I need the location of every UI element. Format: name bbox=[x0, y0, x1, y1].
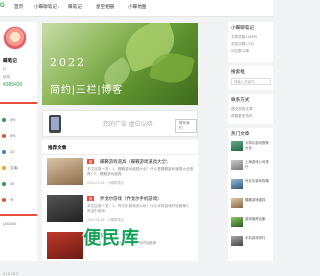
recommend-badge: 推 bbox=[87, 159, 95, 164]
divider bbox=[0, 102, 37, 104]
pagination[interactable]: 1 / 2 / 5 1 bbox=[3, 272, 18, 276]
nav-notes[interactable]: 小蝶聊笔记▾ bbox=[34, 4, 60, 10]
hot-thumbnail[interactable] bbox=[231, 236, 243, 246]
stat-icon bbox=[2, 150, 6, 154]
stat-line: 文章总数1190列 bbox=[231, 35, 257, 39]
card-title: 小蝶聊笔记 bbox=[231, 25, 254, 30]
stat-icon bbox=[2, 198, 6, 202]
card-title: 联系方式 bbox=[231, 97, 250, 102]
hot-item[interactable]: 游戏推荐合集 bbox=[245, 217, 272, 226]
article-meta: 2023-03-18 · 小蝶聊笔记 bbox=[87, 218, 125, 222]
feed-heading: 推荐文章 bbox=[48, 145, 67, 150]
banner-year: 2022 bbox=[50, 56, 86, 69]
hot-thumbnail[interactable] bbox=[231, 179, 243, 189]
hero-banner[interactable]: 2022 简约|三栏|博客 bbox=[42, 23, 198, 105]
site-info-card: 小蝶聊笔记 文章总数1190列 浏览次数1.2万 评论数32条 bbox=[228, 22, 273, 62]
stat-icon bbox=[2, 166, 6, 170]
stat-icon bbox=[2, 118, 6, 122]
divider bbox=[0, 214, 37, 216]
stat-row: 15 bbox=[10, 182, 14, 186]
article-title[interactable]: 蝶籁游戏道具（蝶籁游戏道具大全） bbox=[100, 159, 170, 165]
nav-home[interactable]: 首页 bbox=[14, 4, 23, 10]
contact-button[interactable]: 联系我们 bbox=[175, 119, 197, 133]
article-title[interactable]: 乔戈尔游戏（乔戈尔手机游戏） bbox=[100, 196, 161, 202]
nav-gallery[interactable]: 星空相册 bbox=[96, 4, 114, 10]
nav-map[interactable]: 小蝶地图 bbox=[128, 4, 146, 10]
card-title: 热门文章 bbox=[231, 131, 250, 136]
article-thumbnail[interactable] bbox=[47, 195, 83, 222]
stat-icon bbox=[2, 182, 6, 186]
contact-line[interactable]: 提交您的文章 bbox=[231, 107, 253, 112]
recommend-badge: 推 bbox=[87, 196, 95, 201]
article-thumbnail[interactable] bbox=[47, 232, 83, 259]
stat-row: 5% bbox=[10, 134, 16, 138]
contact-card: 联系方式 提交您的文章 获取更多资讯 bbox=[228, 94, 273, 124]
hot-articles-card: 热门文章 卡特尔游戏推荐大全 上海游戏公司排行 乔戈尔游戏攻略 蝶籁游戏道具 游… bbox=[228, 128, 273, 261]
site-logo[interactable]: G bbox=[0, 3, 5, 9]
search-input[interactable]: 请输入关键词 bbox=[231, 78, 271, 85]
hot-thumbnail[interactable] bbox=[231, 198, 243, 208]
avatar[interactable] bbox=[3, 26, 27, 50]
stat-row: 23 bbox=[10, 150, 14, 154]
stat-row: % bbox=[10, 198, 14, 202]
date-text: (2024/5/ bbox=[3, 222, 17, 226]
contact-line[interactable]: 获取更多资讯 bbox=[231, 114, 253, 119]
stat-row: 4% bbox=[10, 118, 16, 122]
hot-item[interactable]: 卡特尔游戏推荐大全 bbox=[245, 141, 272, 150]
divider bbox=[42, 154, 198, 155]
article-excerpt: 本文目录一览：1、蝶籁游戏道具大全？什么是蝶籁游戏道具大全推荐？2、蝶籁游戏道具 bbox=[87, 167, 194, 176]
hot-item[interactable]: 乔戈尔游戏攻略 bbox=[245, 179, 272, 188]
banner-slogan: 简约|三栏|博客 bbox=[50, 85, 124, 96]
author-line: G bbox=[3, 67, 6, 71]
hot-thumbnail[interactable] bbox=[231, 160, 243, 170]
visit-count: 4380430 bbox=[3, 82, 23, 88]
stat-line: 浏览次数1.2万 bbox=[231, 42, 254, 46]
search-card: 搜索框 请输入关键词 bbox=[228, 66, 273, 90]
nav-butterfly-notes[interactable]: 蝶笔记 bbox=[68, 4, 82, 10]
visit-label: 访问 bbox=[3, 75, 11, 79]
stat-line: 评论数32条 bbox=[231, 49, 250, 53]
right-sidebar: 小蝶聊笔记 文章总数1190列 浏览次数1.2万 评论数32条 搜索框 请输入关… bbox=[228, 22, 273, 261]
article-meta: 2023-03-18 · 小蝶聊笔记 bbox=[87, 181, 125, 185]
ad-text: 您的广告 虚位以待 bbox=[103, 122, 153, 128]
ad-slot[interactable]: 您的广告 虚位以待 联系我们 bbox=[42, 110, 198, 137]
article-excerpt: 本文目录一览：1、乔戈尔游戏怎么玩？什么手机游戏好玩推荐2、乔戈尔游戏 bbox=[87, 204, 192, 213]
hot-thumbnail[interactable] bbox=[231, 217, 243, 227]
chevron-down-icon: ▾ bbox=[57, 5, 60, 9]
article-item[interactable]: 推 蝶籁游戏道具（蝶籁游戏道具大全） 本文目录一览：1、蝶籁游戏道具大全？什么是… bbox=[47, 158, 195, 194]
hot-thumbnail[interactable] bbox=[231, 141, 243, 151]
top-navbar: G 首页 小蝶聊笔记▾ 蝶笔记 星空相册 小蝶地图 bbox=[0, 0, 273, 17]
left-sidebar: 蝶笔记 G 访问 4380430 4% 5% 23 文库( 15 % (2024… bbox=[0, 22, 37, 276]
hot-item[interactable]: 手机游戏排行 bbox=[245, 236, 272, 245]
stat-row: 文库( bbox=[10, 166, 19, 170]
hot-item[interactable]: 蝶籁游戏道具 bbox=[245, 198, 272, 207]
watermark: 便民库 bbox=[83, 228, 140, 248]
hot-item[interactable]: 上海游戏公司排行 bbox=[245, 160, 272, 169]
article-thumbnail[interactable] bbox=[47, 158, 83, 185]
phone-icon bbox=[49, 115, 61, 133]
card-title: 搜索框 bbox=[231, 69, 245, 74]
stat-icon bbox=[2, 134, 6, 138]
author-name: 蝶笔记 bbox=[3, 58, 17, 63]
